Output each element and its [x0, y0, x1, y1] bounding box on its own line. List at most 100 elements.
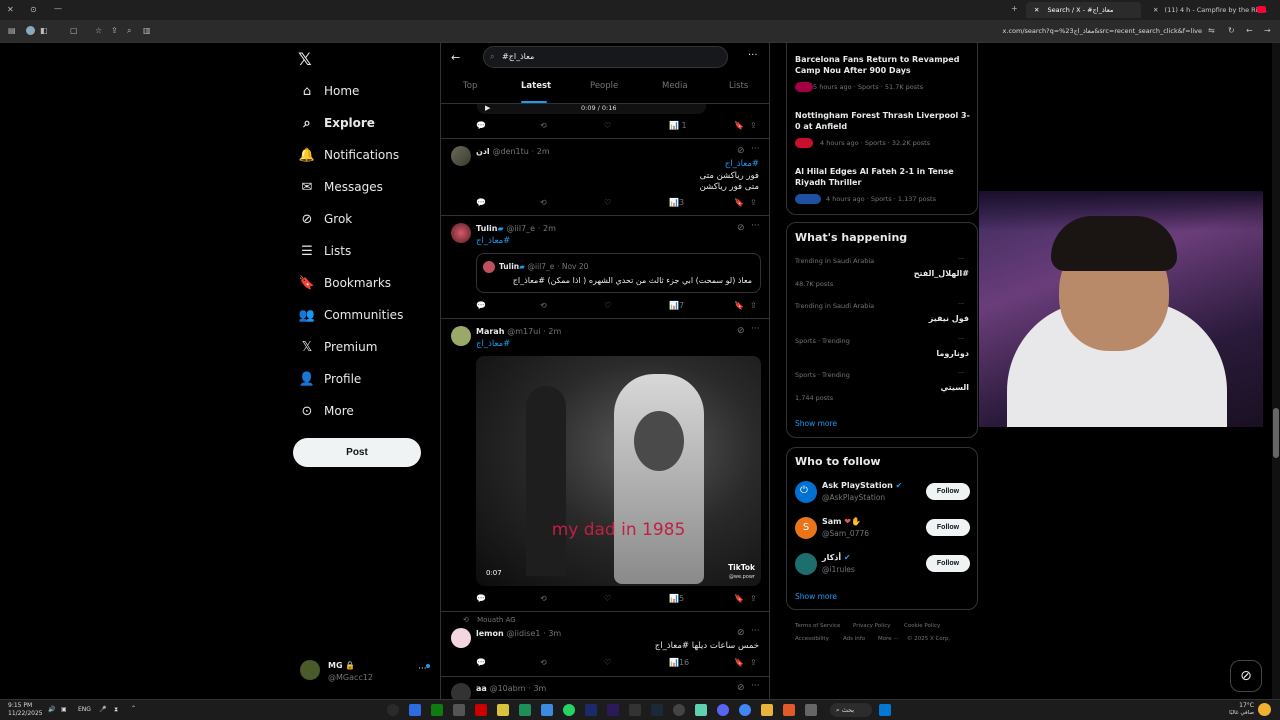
- discord-icon[interactable]: [717, 704, 729, 716]
- tab-people[interactable]: People: [590, 81, 618, 91]
- grok-icon[interactable]: ⊘: [737, 683, 745, 693]
- grok-icon[interactable]: ⊘: [737, 326, 745, 336]
- video-player-partial[interactable]: ▶ 0:09 / 0:16: [477, 104, 706, 114]
- footer-cookie[interactable]: Cookie Policy: [904, 623, 940, 629]
- folder-icon[interactable]: [761, 704, 773, 716]
- post-button[interactable]: Post: [293, 438, 421, 467]
- like-icon[interactable]: ♡: [604, 121, 611, 130]
- show-hidden-icons[interactable]: ⌃: [131, 705, 136, 712]
- news-headline[interactable]: Al Hilal Edges Al Fateh 2-1 in Tense Riy…: [795, 166, 970, 188]
- extension-icon[interactable]: ◧: [40, 27, 48, 35]
- share-icon[interactable]: ⇪: [750, 658, 757, 667]
- post-author[interactable]: ادن @den1tu · 2m: [476, 147, 550, 156]
- post-avatar[interactable]: [451, 146, 471, 166]
- app-icon[interactable]: [409, 704, 421, 716]
- network-icon[interactable]: ▣: [61, 706, 67, 713]
- reply-icon[interactable]: 💬: [476, 121, 486, 130]
- post-more-icon[interactable]: ···: [751, 324, 760, 334]
- photoshop-icon[interactable]: [585, 704, 597, 716]
- repost-icon[interactable]: ⟲: [540, 198, 547, 207]
- star-icon[interactable]: ☆: [95, 27, 102, 35]
- app-icon[interactable]: [673, 704, 685, 716]
- app-icon[interactable]: [497, 704, 509, 716]
- footer-privacy[interactable]: Privacy Policy: [853, 623, 890, 629]
- reply-icon[interactable]: 💬: [476, 198, 486, 207]
- app-icon[interactable]: [695, 704, 707, 716]
- post-author[interactable]: Marah @m17ui · 2m: [476, 327, 561, 336]
- post-author[interactable]: aa @10abm · 3m: [476, 684, 546, 693]
- trend-name[interactable]: دوناروما: [936, 348, 969, 359]
- tab-top[interactable]: Top: [463, 81, 477, 91]
- sidebar-icon[interactable]: ▤: [8, 27, 16, 35]
- trend-name[interactable]: فول نيفيز: [929, 313, 969, 324]
- search-input[interactable]: ⌕ #معاذ_اج: [483, 46, 728, 68]
- repost-icon[interactable]: ⟲: [540, 594, 547, 603]
- bookmark-icon[interactable]: 🔖: [734, 594, 744, 603]
- post-more-icon[interactable]: ···: [751, 626, 760, 636]
- search-page-icon[interactable]: ⌕: [127, 27, 131, 35]
- app-icon[interactable]: [541, 704, 553, 716]
- app-icon[interactable]: [519, 704, 531, 716]
- views-icon[interactable]: 📊 1: [669, 121, 687, 130]
- app-icon[interactable]: [783, 704, 795, 716]
- app-icon[interactable]: [387, 704, 399, 716]
- premiere-icon[interactable]: [607, 704, 619, 716]
- nav-item-lists[interactable]: ☰ Lists: [300, 238, 351, 264]
- trend-name[interactable]: السيتي: [940, 382, 969, 393]
- follow-button[interactable]: Follow: [926, 519, 970, 536]
- page-scrollbar[interactable]: [1272, 43, 1280, 699]
- post-avatar[interactable]: [451, 683, 471, 700]
- url-field[interactable]: x.com/search?q=%23معاذ_اج&src=recent_sea…: [1003, 27, 1202, 35]
- whatsapp-icon[interactable]: [563, 704, 575, 716]
- like-icon[interactable]: ♡: [604, 301, 611, 310]
- close-window-icon[interactable]: ✕: [7, 6, 14, 14]
- tab-latest[interactable]: Latest: [521, 81, 551, 91]
- post-avatar[interactable]: [451, 628, 471, 648]
- follow-show-more[interactable]: Show more: [795, 592, 837, 601]
- nav-item-more[interactable]: ⊙ More: [300, 398, 354, 424]
- window-menu-icon[interactable]: ⊙: [30, 6, 37, 14]
- post-more-icon[interactable]: ···: [751, 221, 760, 231]
- play-icon[interactable]: ▶: [485, 104, 490, 112]
- reposted-by[interactable]: Mouath AG: [477, 616, 516, 624]
- post-avatar[interactable]: [451, 223, 471, 243]
- views-icon[interactable]: 📊 5: [669, 594, 684, 603]
- footer-ads[interactable]: Ads info: [843, 636, 865, 642]
- settings-icon[interactable]: ⇋: [1208, 27, 1215, 35]
- footer-accessibility[interactable]: Accessibility: [795, 636, 829, 642]
- tabs-icon[interactable]: ▢: [70, 27, 78, 35]
- repost-icon[interactable]: ⟲: [540, 301, 547, 310]
- back-arrow-icon[interactable]: ←: [451, 51, 460, 64]
- nav-item-explore[interactable]: ⌕ Explore: [300, 110, 375, 136]
- account-avatar[interactable]: [300, 660, 320, 680]
- footer-more[interactable]: More ···: [878, 636, 899, 642]
- grok-icon[interactable]: ⊘: [737, 146, 745, 156]
- tab-media[interactable]: Media: [662, 81, 688, 91]
- weather-icon[interactable]: [1258, 703, 1271, 716]
- share-icon[interactable]: ⇪: [750, 121, 757, 130]
- trend-more-icon[interactable]: ···: [958, 335, 964, 343]
- post-hashtag[interactable]: #معاذ_اج: [476, 339, 510, 349]
- nav-item-grok[interactable]: ⊘ Grok: [300, 206, 353, 232]
- reload-icon[interactable]: ↻: [1228, 27, 1235, 35]
- nav-item-premium[interactable]: 𝕏 Premium: [300, 334, 378, 360]
- bookmark-icon[interactable]: 🔖: [734, 658, 744, 667]
- volume-icon[interactable]: 🔊: [48, 706, 55, 713]
- new-tab-icon[interactable]: +: [1011, 5, 1018, 13]
- follow-avatar-playstation[interactable]: ⏻: [795, 481, 817, 503]
- views-icon[interactable]: 📊 16: [669, 658, 689, 667]
- weather-temp[interactable]: 17°C: [1228, 702, 1254, 709]
- trend-more-icon[interactable]: ···: [958, 369, 964, 377]
- scrollbar-thumb[interactable]: [1273, 408, 1279, 458]
- bookmark-icon[interactable]: 🔖: [734, 121, 744, 130]
- share-icon[interactable]: ⇪: [750, 594, 757, 603]
- news-headline[interactable]: Barcelona Fans Return to Revamped Camp N…: [795, 54, 970, 76]
- close-tab-icon[interactable]: ✕: [1034, 6, 1039, 14]
- views-icon[interactable]: 📊 7: [669, 301, 684, 310]
- grok-icon[interactable]: ⊘: [737, 223, 745, 233]
- forward-icon[interactable]: →: [1264, 27, 1271, 35]
- back-icon[interactable]: ←: [1246, 27, 1253, 35]
- follow-button[interactable]: Follow: [926, 483, 970, 500]
- post-avatar[interactable]: [451, 326, 471, 346]
- reply-icon[interactable]: 💬: [476, 594, 486, 603]
